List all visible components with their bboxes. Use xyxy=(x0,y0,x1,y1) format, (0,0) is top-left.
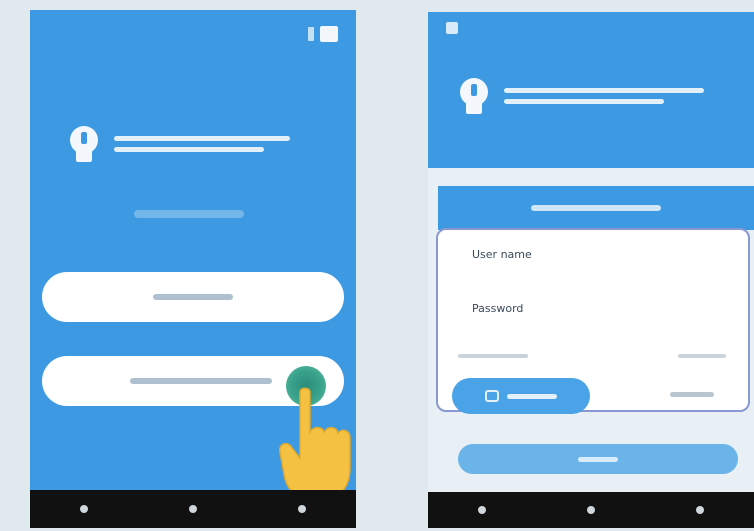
phone-screen-login-options xyxy=(30,10,356,528)
signal-icon xyxy=(308,27,314,41)
secondary-option-label xyxy=(130,378,272,384)
nav-home-button[interactable] xyxy=(188,505,197,513)
phone-screen-login-form: User name Password xyxy=(428,12,754,528)
login-button[interactable] xyxy=(452,378,590,414)
username-field[interactable]: User name xyxy=(472,248,532,261)
bottom-action-label xyxy=(578,456,618,462)
bank-emblem-icon xyxy=(454,76,494,116)
bank-logo xyxy=(454,76,704,116)
remember-me-link[interactable] xyxy=(458,354,528,358)
bank-emblem-icon xyxy=(64,124,104,164)
battery-icon xyxy=(320,26,338,42)
status-bar xyxy=(308,26,338,42)
nav-back-button[interactable] xyxy=(478,506,487,514)
nav-back-button[interactable] xyxy=(80,505,89,513)
forgot-password-link[interactable] xyxy=(678,354,726,358)
nav-recents-button[interactable] xyxy=(695,506,704,514)
login-icon xyxy=(485,390,499,402)
subtitle-text xyxy=(134,210,244,218)
nav-home-button[interactable] xyxy=(586,506,595,514)
bank-logo xyxy=(64,124,290,164)
menu-icon[interactable] xyxy=(446,22,458,34)
android-nav-bar xyxy=(428,492,754,528)
nav-recents-button[interactable] xyxy=(297,505,306,513)
bank-name-text xyxy=(504,88,704,104)
register-link[interactable] xyxy=(670,392,714,397)
android-nav-bar xyxy=(30,490,356,528)
header-banner xyxy=(428,12,754,168)
login-card-title xyxy=(531,205,661,211)
primary-option-button[interactable] xyxy=(42,272,344,322)
login-card-header xyxy=(438,186,754,230)
login-card: User name Password xyxy=(436,228,750,414)
login-button-label xyxy=(507,393,557,399)
pointing-hand-icon xyxy=(279,387,351,501)
bottom-action-button[interactable] xyxy=(458,444,738,474)
primary-option-label xyxy=(153,294,233,300)
bank-name-text xyxy=(114,136,290,152)
password-field[interactable]: Password xyxy=(472,302,523,315)
